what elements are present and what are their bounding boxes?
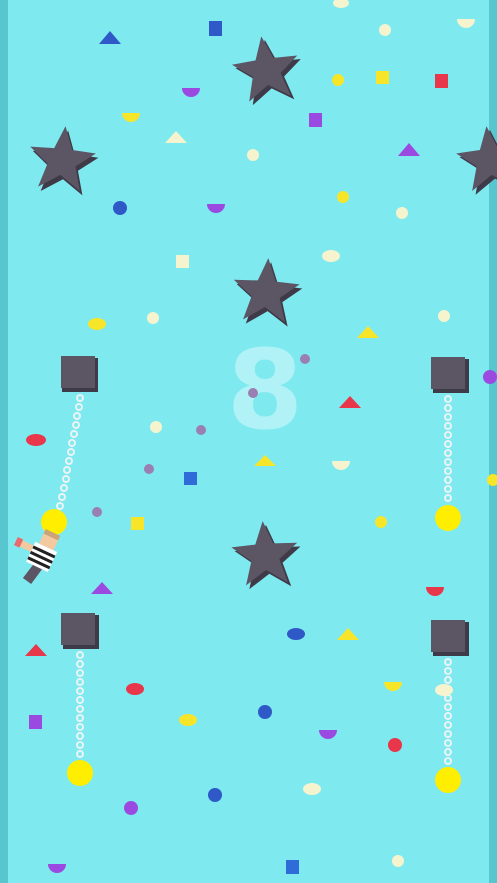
star-obstacle [453,122,497,196]
chain [76,651,84,758]
chain [444,395,452,502]
chain [444,658,452,765]
anchor-block[interactable] [431,357,469,393]
anchor-block[interactable] [61,613,99,649]
confetti-triangles [25,31,420,656]
star-obstacle [229,518,304,591]
anchor-block[interactable] [431,620,469,656]
star-obstacle [228,31,307,107]
confetti-spheres [26,0,497,867]
chain [56,394,84,510]
game-scene [13,0,497,874]
trail-dots [92,354,310,517]
star-obstacle [26,122,101,197]
yellow-ring[interactable] [67,760,93,786]
confetti-cubes [29,21,448,874]
anchor-block[interactable] [61,356,98,392]
star-obstacle [231,255,305,328]
yellow-ring[interactable] [435,505,461,531]
yellow-ring[interactable] [435,767,461,793]
game-board[interactable]: 8 [0,0,497,883]
